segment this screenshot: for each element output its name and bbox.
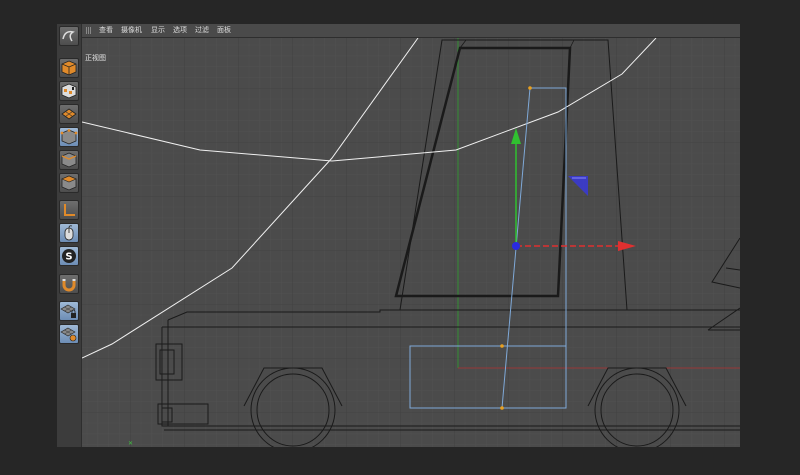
workplane-icon	[61, 108, 77, 120]
mouse-icon	[64, 225, 74, 241]
gizmo-center[interactable]	[512, 242, 520, 250]
axis-mode[interactable]	[59, 200, 79, 220]
menu-panel[interactable]: 面板	[217, 24, 231, 37]
left-toolbar: S	[57, 24, 82, 447]
menu-display[interactable]: 显示	[151, 24, 165, 37]
menu-filter[interactable]: 过滤	[195, 24, 209, 37]
model-mode[interactable]	[59, 58, 79, 78]
grip-handle[interactable]	[86, 27, 92, 34]
undo-icon	[62, 30, 75, 42]
svg-text:S: S	[65, 252, 72, 263]
workplane-planar-icon	[60, 327, 77, 342]
vertex-3[interactable]	[500, 406, 504, 410]
points-mode[interactable]	[59, 127, 79, 147]
lock-workplane[interactable]	[59, 301, 79, 321]
magnet-icon	[62, 279, 76, 292]
solo-mode[interactable]: S	[59, 246, 79, 266]
vertex-2[interactable]	[500, 344, 504, 348]
app-window: S 查看 摄像机 显示 选项 过滤 面板 正视图 ✕	[57, 24, 740, 447]
viewport-menubar: 查看 摄像机 显示 选项 过滤 面板	[82, 24, 740, 38]
scene-canvas[interactable]	[82, 38, 740, 447]
solo-s-icon: S	[62, 249, 76, 263]
menu-view[interactable]: 查看	[99, 24, 113, 37]
tweak-mode[interactable]	[59, 223, 79, 243]
points-cube-icon	[60, 129, 78, 145]
vertex-1[interactable]	[528, 86, 532, 90]
cube-icon	[61, 60, 77, 76]
axis-l-icon	[64, 204, 75, 216]
viewport-panel: 查看 摄像机 显示 选项 过滤 面板 正视图 ✕	[82, 24, 740, 447]
menu-camera[interactable]: 摄像机	[121, 24, 142, 37]
edges-cube-icon	[61, 152, 77, 168]
front-viewport[interactable]: 正视图 ✕	[82, 38, 740, 447]
snap-tool[interactable]	[59, 274, 79, 294]
polygons-mode[interactable]	[59, 173, 79, 193]
polygons-cube-icon	[61, 175, 77, 191]
edges-mode[interactable]	[59, 150, 79, 170]
axis-indicator-icon: ✕	[128, 440, 134, 447]
texture-mode[interactable]	[59, 81, 79, 101]
checker-cube-icon	[61, 83, 77, 99]
workplane-mode[interactable]	[59, 104, 79, 124]
workplane-lock-icon	[60, 304, 76, 318]
undo-tool[interactable]	[59, 26, 79, 46]
menu-options[interactable]: 选项	[173, 24, 187, 37]
planar-workplane[interactable]	[59, 324, 79, 344]
view-name-label: 正视图	[85, 54, 106, 62]
